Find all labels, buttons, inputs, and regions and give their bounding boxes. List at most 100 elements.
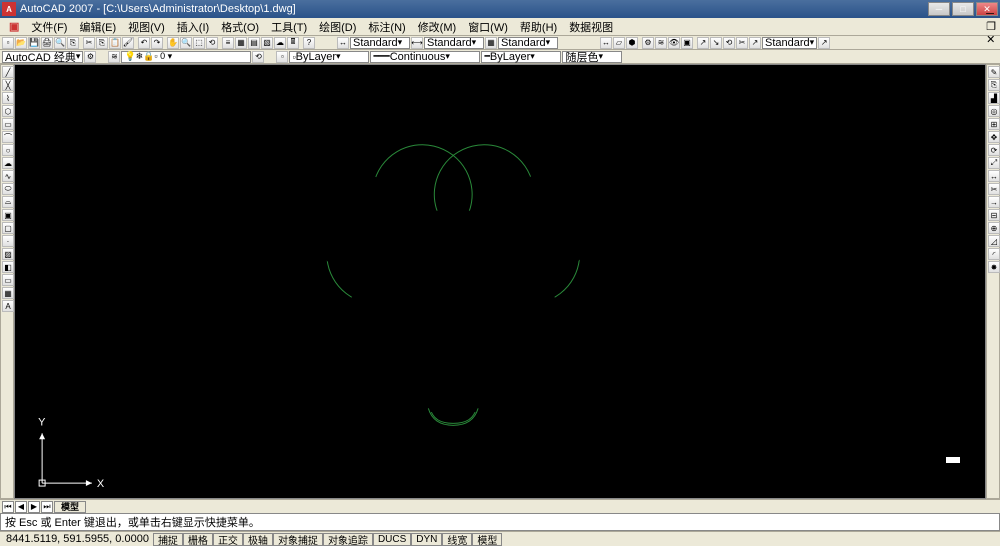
designcenter-icon[interactable]: ▦ (235, 37, 247, 49)
workspace-settings-icon[interactable]: ⚙ (84, 51, 96, 63)
status-model[interactable]: 模型 (472, 533, 502, 546)
tab-prev-icon[interactable]: ◀ (15, 501, 27, 513)
zoom-realtime-icon[interactable]: 🔍 (180, 37, 192, 49)
zoom-previous-icon[interactable]: ⟲ (206, 37, 218, 49)
menu-dataview[interactable]: 数据视图 (564, 18, 618, 36)
copy-obj-icon[interactable]: ⎘ (988, 79, 1000, 91)
color-combo[interactable]: ▫ ByLayer▾ (289, 51, 369, 63)
layers-icon[interactable]: ≋ (108, 51, 120, 63)
fillet-icon[interactable]: ◜ (988, 248, 1000, 260)
rectangle-icon[interactable]: ▭ (2, 118, 14, 130)
pan-icon[interactable]: ✋ (167, 37, 179, 49)
ellipsearc-icon[interactable]: ⌓ (2, 196, 14, 208)
makeblock-icon[interactable]: ▢ (2, 222, 14, 234)
drawing-canvas[interactable]: X Y (14, 64, 986, 499)
save-icon[interactable]: 💾 (28, 37, 40, 49)
spline-icon[interactable]: ∿ (2, 170, 14, 182)
erase-icon[interactable]: ✎ (988, 66, 1000, 78)
app-menu-icon[interactable]: ▣ (4, 19, 24, 34)
mtext-icon[interactable]: A (2, 300, 14, 312)
offset-icon[interactable]: ◎ (988, 105, 1000, 117)
toolpalettes-icon[interactable]: ▤ (248, 37, 260, 49)
line-icon[interactable]: ╱ (2, 66, 14, 78)
status-dyn[interactable]: DYN (411, 533, 442, 546)
xline-icon[interactable]: ╳ (2, 79, 14, 91)
status-osnap[interactable]: 对象捕捉 (273, 533, 323, 546)
mirror-icon[interactable]: ▟ (988, 92, 1000, 104)
hatch-icon[interactable]: ▨ (2, 248, 14, 260)
matchprop-icon[interactable]: 🖌 (122, 37, 134, 49)
menu-dimension[interactable]: 标注(N) (363, 18, 410, 36)
help-icon[interactable]: ? (303, 37, 315, 49)
dimstyle-icon[interactable]: ↔ (337, 37, 349, 49)
qselect-icon[interactable]: ⚙ (642, 37, 654, 49)
dim-icon[interactable]: ⟷ (411, 37, 423, 49)
mod3-icon[interactable]: ⟲ (723, 37, 735, 49)
layer-combo[interactable]: 💡❄🔒▫ 0 ▾ (121, 51, 251, 63)
rotate-icon[interactable]: ⟳ (988, 144, 1000, 156)
command-line[interactable]: 按 Esc 或 Enter 键退出，或单击右键显示快捷菜单。 (0, 513, 1000, 531)
point-icon[interactable]: · (2, 235, 14, 247)
scale-icon[interactable]: ⤢ (988, 157, 1000, 169)
status-ortho[interactable]: 正交 (213, 533, 243, 546)
preview-icon[interactable]: 🔍 (54, 37, 66, 49)
circle-icon[interactable]: ○ (2, 144, 14, 156)
polyline-icon[interactable]: ⌇ (2, 92, 14, 104)
paste-icon[interactable]: 📋 (109, 37, 121, 49)
area-icon[interactable]: ▱ (613, 37, 625, 49)
polygon-icon[interactable]: ⬡ (2, 105, 14, 117)
chamfer-icon[interactable]: ◿ (988, 235, 1000, 247)
properties-icon[interactable]: ≡ (222, 37, 234, 49)
doc-close-button[interactable]: ✕ (986, 33, 996, 46)
workspace-combo[interactable]: AutoCAD 经典▾ (2, 51, 83, 63)
gradient-icon[interactable]: ◧ (2, 261, 14, 273)
copy-icon[interactable]: ⎘ (96, 37, 108, 49)
new-icon[interactable]: ▫ (2, 37, 14, 49)
redo-icon[interactable]: ↷ (151, 37, 163, 49)
table-tool-icon[interactable]: ▦ (2, 287, 14, 299)
block-icon[interactable]: ▣ (681, 37, 693, 49)
mleader-icon[interactable]: ↗ (818, 37, 830, 49)
menu-format[interactable]: 格式(O) (216, 18, 264, 36)
menu-tools[interactable]: 工具(T) (266, 18, 312, 36)
cut-icon[interactable]: ✂ (83, 37, 95, 49)
menu-edit[interactable]: 编辑(E) (74, 18, 121, 36)
menu-file[interactable]: 文件(F) (26, 18, 72, 36)
menu-insert[interactable]: 插入(I) (172, 18, 214, 36)
move-icon[interactable]: ✥ (988, 131, 1000, 143)
array-icon[interactable]: ⊞ (988, 118, 1000, 130)
revcloud-icon[interactable]: ☁ (2, 157, 14, 169)
zoom-window-icon[interactable]: ⬚ (193, 37, 205, 49)
break-icon[interactable]: ⊟ (988, 209, 1000, 221)
status-grid[interactable]: 栅格 (183, 533, 213, 546)
menu-draw[interactable]: 绘图(D) (314, 18, 361, 36)
quickcalc-icon[interactable]: 🖩 (287, 37, 299, 49)
doc-restore-button[interactable]: ❐ (986, 20, 996, 33)
plotstyle-combo[interactable]: 随层色▾ (562, 51, 622, 63)
distance-icon[interactable]: ↔ (600, 37, 612, 49)
plot-icon[interactable]: 🖨 (41, 37, 53, 49)
status-ducs[interactable]: DUCS (373, 533, 411, 546)
table-icon[interactable]: ▦ (485, 37, 497, 49)
menu-window[interactable]: 窗口(W) (463, 18, 513, 36)
maximize-button[interactable]: □ (952, 2, 974, 16)
region-icon[interactable]: ▭ (2, 274, 14, 286)
tab-next-icon[interactable]: ▶ (28, 501, 40, 513)
publish-icon[interactable]: ⎘ (67, 37, 79, 49)
extend-icon[interactable]: → (988, 196, 1000, 208)
open-icon[interactable]: 📂 (15, 37, 27, 49)
trim-icon[interactable]: ✂ (988, 183, 1000, 195)
doc-minimize-button[interactable]: ─ (986, 8, 996, 20)
status-polar[interactable]: 极轴 (243, 533, 273, 546)
mod2-icon[interactable]: ↘ (710, 37, 722, 49)
sheetset-icon[interactable]: ▧ (261, 37, 273, 49)
menu-help[interactable]: 帮助(H) (515, 18, 562, 36)
join-icon[interactable]: ⊕ (988, 222, 1000, 234)
tab-first-icon[interactable]: ⏮ (2, 501, 14, 513)
markup-icon[interactable]: ☁ (274, 37, 286, 49)
mod1-icon[interactable]: ↗ (697, 37, 709, 49)
mleaderstyle-combo[interactable]: Standard▾ (762, 37, 817, 49)
arc-icon[interactable]: ⌒ (2, 131, 14, 143)
colorctl-icon[interactable]: ▫ (276, 51, 288, 63)
tablestyle-combo[interactable]: Standard▾ (498, 37, 558, 49)
